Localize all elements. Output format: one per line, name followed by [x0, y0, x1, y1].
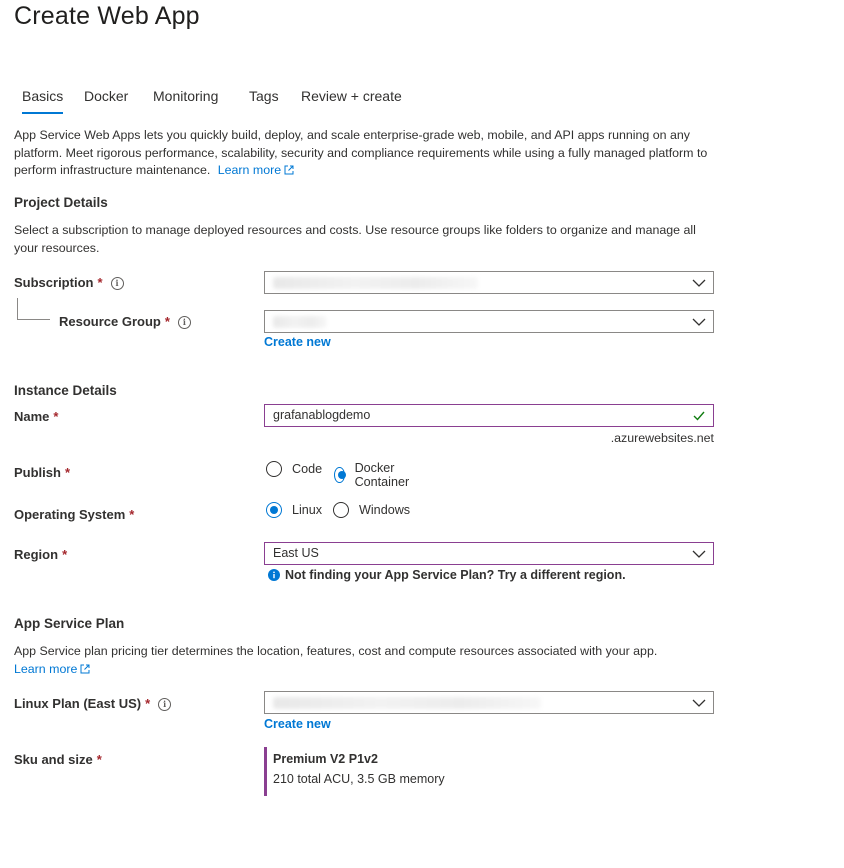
required-marker: * [145, 696, 151, 711]
radio-label: Code [292, 462, 323, 476]
learn-more-label: Learn more [217, 163, 282, 177]
tree-connector [17, 298, 50, 320]
tab-basics[interactable]: Basics [22, 88, 64, 114]
external-link-icon [284, 165, 294, 175]
publish-label: Publish * [14, 465, 70, 480]
chevron-down-icon [692, 699, 706, 707]
intro-paragraph: App Service Web Apps lets you quickly bu… [14, 127, 714, 180]
redacted-value [273, 697, 541, 709]
region-dropdown[interactable]: East US [264, 542, 714, 565]
name-label: Name * [14, 409, 58, 424]
region-hint: Not finding your App Service Plan? Try a… [268, 568, 626, 582]
external-link-icon [80, 664, 90, 673]
linux-plan-label-text: Linux Plan (East US) [14, 696, 142, 711]
subscription-dropdown[interactable] [264, 271, 714, 294]
subscription-label-text: Subscription [14, 275, 94, 290]
app-service-plan-description: App Service plan pricing tier determines… [14, 643, 714, 678]
checkmark-icon [693, 411, 705, 421]
info-icon[interactable]: i [158, 698, 172, 711]
create-new-plan-link[interactable]: Create new [264, 717, 331, 731]
region-dropdown-value: East US [273, 546, 319, 560]
name-input[interactable]: grafanablogdemo [264, 404, 714, 427]
required-marker: * [129, 507, 135, 522]
sku-size-label-text: Sku and size [14, 752, 93, 767]
publish-docker-container-radio[interactable]: Docker Container [334, 461, 415, 489]
name-input-value: grafanablogdemo [273, 408, 371, 422]
publish-code-radio[interactable]: Code [266, 461, 322, 477]
required-marker: * [96, 752, 102, 767]
tab-tags[interactable]: Tags [249, 88, 279, 114]
info-icon[interactable]: i [177, 316, 191, 329]
plan-learn-more-link[interactable]: Learn more [14, 662, 90, 676]
intro-learn-more-link[interactable]: Learn more [218, 163, 294, 177]
linux-plan-label: Linux Plan (East US) * i [14, 696, 172, 711]
instance-details-heading: Instance Details [14, 383, 117, 398]
region-hint-text: Not finding your App Service Plan? Try a… [285, 568, 626, 582]
page-title: Create Web App [14, 2, 200, 30]
intro-text: App Service Web Apps lets you quickly bu… [14, 128, 708, 177]
radio-unselected-icon [333, 502, 349, 518]
subscription-label: Subscription * i [14, 275, 124, 290]
app-service-plan-description-text: App Service plan pricing tier determines… [14, 644, 658, 658]
operating-system-label: Operating System * [14, 507, 134, 522]
sku-name[interactable]: Premium V2 P1v2 [273, 752, 378, 766]
chevron-down-icon [692, 318, 706, 326]
tab-review-create[interactable]: Review + create [301, 88, 402, 114]
learn-more-label: Learn more [14, 661, 78, 676]
region-label: Region * [14, 547, 67, 562]
domain-suffix: .azurewebsites.net [610, 431, 714, 445]
project-details-heading: Project Details [14, 195, 108, 210]
linux-plan-dropdown[interactable] [264, 691, 714, 714]
redacted-value [273, 316, 327, 328]
resource-group-dropdown[interactable] [264, 310, 714, 333]
sku-size-label: Sku and size * [14, 752, 102, 767]
required-marker: * [62, 547, 68, 562]
required-marker: * [97, 275, 103, 290]
radio-unselected-icon [266, 461, 282, 477]
required-marker: * [64, 465, 71, 480]
required-marker: * [53, 409, 59, 424]
app-service-plan-heading: App Service Plan [14, 616, 125, 631]
resource-group-label: Resource Group * i [59, 314, 191, 329]
chevron-down-icon [692, 550, 706, 558]
name-label-text: Name [14, 409, 50, 424]
tab-docker[interactable]: Docker [84, 88, 128, 114]
radio-selected-icon [334, 467, 346, 483]
region-label-text: Region [14, 547, 59, 562]
project-details-description: Select a subscription to manage deployed… [14, 223, 696, 255]
sku-detail: 210 total ACU, 3.5 GB memory [273, 772, 445, 786]
sku-accent-bar [264, 747, 267, 796]
os-linux-radio[interactable]: Linux [266, 502, 322, 518]
redacted-value [273, 277, 478, 289]
radio-label: Linux [292, 503, 323, 517]
os-windows-radio[interactable]: Windows [333, 502, 410, 518]
publish-label-text: Publish [14, 465, 61, 480]
tab-monitoring[interactable]: Monitoring [153, 88, 218, 114]
radio-selected-icon [266, 502, 282, 518]
radio-label: Windows [359, 503, 411, 517]
info-filled-icon [268, 569, 280, 581]
resource-group-label-text: Resource Group [59, 314, 161, 329]
required-marker: * [164, 314, 170, 329]
radio-label: Docker Container [354, 461, 410, 489]
info-icon[interactable]: i [110, 277, 124, 290]
chevron-down-icon [692, 279, 706, 287]
operating-system-label-text: Operating System [14, 507, 126, 522]
create-new-resource-group-link[interactable]: Create new [264, 335, 331, 349]
